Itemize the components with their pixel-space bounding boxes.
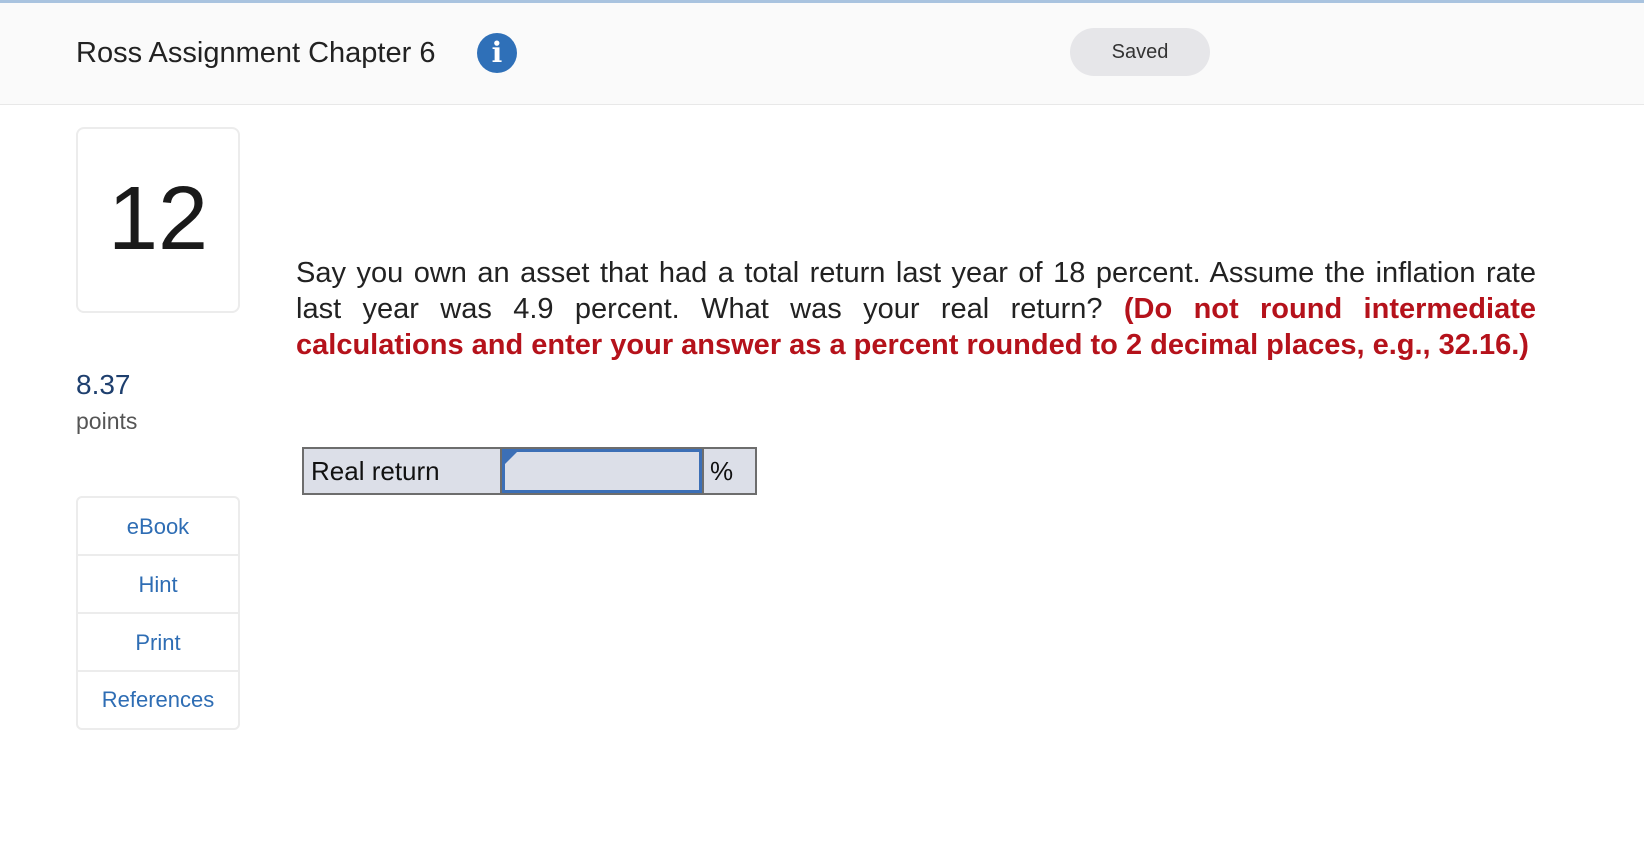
question-number: 12 xyxy=(107,169,209,269)
assignment-title: Ross Assignment Chapter 6 xyxy=(76,37,436,69)
question-prompt: Say you own an asset that had a total re… xyxy=(296,255,1536,363)
assignment-header: Ross Assignment Chapter 6 i Saved xyxy=(0,3,1644,105)
points-label: points xyxy=(76,408,138,434)
points-value: 8.37 xyxy=(76,369,131,400)
ebook-link[interactable]: eBook xyxy=(78,498,238,556)
answer-input-cell[interactable] xyxy=(502,449,702,493)
info-icon[interactable]: i xyxy=(477,33,517,73)
real-return-input[interactable] xyxy=(505,452,699,490)
question-tools: eBook Hint Print References xyxy=(76,496,240,730)
answer-unit: % xyxy=(702,449,755,493)
hint-link[interactable]: Hint xyxy=(78,556,238,614)
question-number-card: 12 xyxy=(76,127,240,313)
answer-label: Real return xyxy=(304,449,502,493)
answer-table: Real return % xyxy=(302,447,757,495)
focus-corner-flag xyxy=(505,452,517,464)
saved-status-badge: Saved xyxy=(1070,28,1210,76)
references-link[interactable]: References xyxy=(78,672,238,728)
print-link[interactable]: Print xyxy=(78,614,238,672)
